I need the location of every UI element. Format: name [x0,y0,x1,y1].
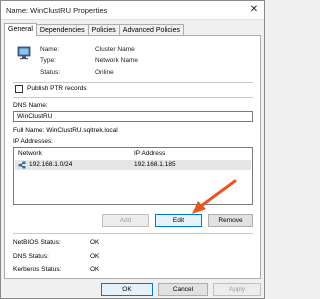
divider [13,97,253,98]
status-label: Status: [40,69,61,76]
name-value: Cluster Name [95,46,135,53]
dns-status-label: DNS Status: [13,253,49,260]
type-label: Type: [40,57,56,64]
network-icon [18,161,26,171]
kerberos-status-label: Kerberos Status: [13,266,62,273]
add-button[interactable]: Add [102,214,149,227]
cancel-button[interactable]: Cancel [158,283,208,296]
name-label: Name: [40,46,60,53]
divider [13,82,253,83]
window-title: Name: WinClustRU Properties [6,6,108,15]
remove-button[interactable]: Remove [208,214,253,227]
type-value: Network Name [95,57,138,64]
netbios-status-value: OK [90,239,100,246]
ok-button[interactable]: OK [101,283,153,296]
full-name-text: Full Name: WinClustRU.sqltrek.local [13,127,118,134]
general-tab-panel: Name: Cluster Name Type: Network Name St… [4,35,261,279]
divider [13,233,253,234]
status-value: Online [95,69,114,76]
ip-addresses-label: IP Addresses: [13,138,53,145]
close-icon[interactable]: ✕ [248,4,260,16]
network-cell: 192.168.1.0/24 [29,161,73,168]
cluster-resource-icon [17,46,31,62]
table-row[interactable]: 192.168.1.0/24 192.168.1.185 [15,160,251,170]
dns-status-value: OK [90,253,100,260]
title-bar[interactable]: Name: WinClustRU Properties ✕ [1,1,264,20]
column-ip-address[interactable]: IP Address [134,150,165,157]
edit-button[interactable]: Edit [155,214,202,227]
kerberos-status-value: OK [90,266,100,273]
apply-button[interactable]: Apply [213,283,261,296]
tab-general[interactable]: General [4,23,37,36]
publish-ptr-checkbox[interactable] [15,85,23,93]
column-network[interactable]: Network [18,150,42,157]
properties-dialog: Name: WinClustRU Properties ✕ General De… [0,0,265,299]
ip-address-cell: 192.168.1.185 [134,161,176,168]
list-header: Network IP Address [14,148,252,159]
publish-ptr-label[interactable]: Publish PTR records [27,85,87,92]
netbios-status-label: NetBIOS Status: [13,239,61,246]
ip-address-list[interactable]: Network IP Address 192.168.1.0/24 192.16… [13,147,253,205]
dns-name-input[interactable]: WinClustRU [13,111,253,122]
dns-name-label: DNS Name: [13,102,48,109]
